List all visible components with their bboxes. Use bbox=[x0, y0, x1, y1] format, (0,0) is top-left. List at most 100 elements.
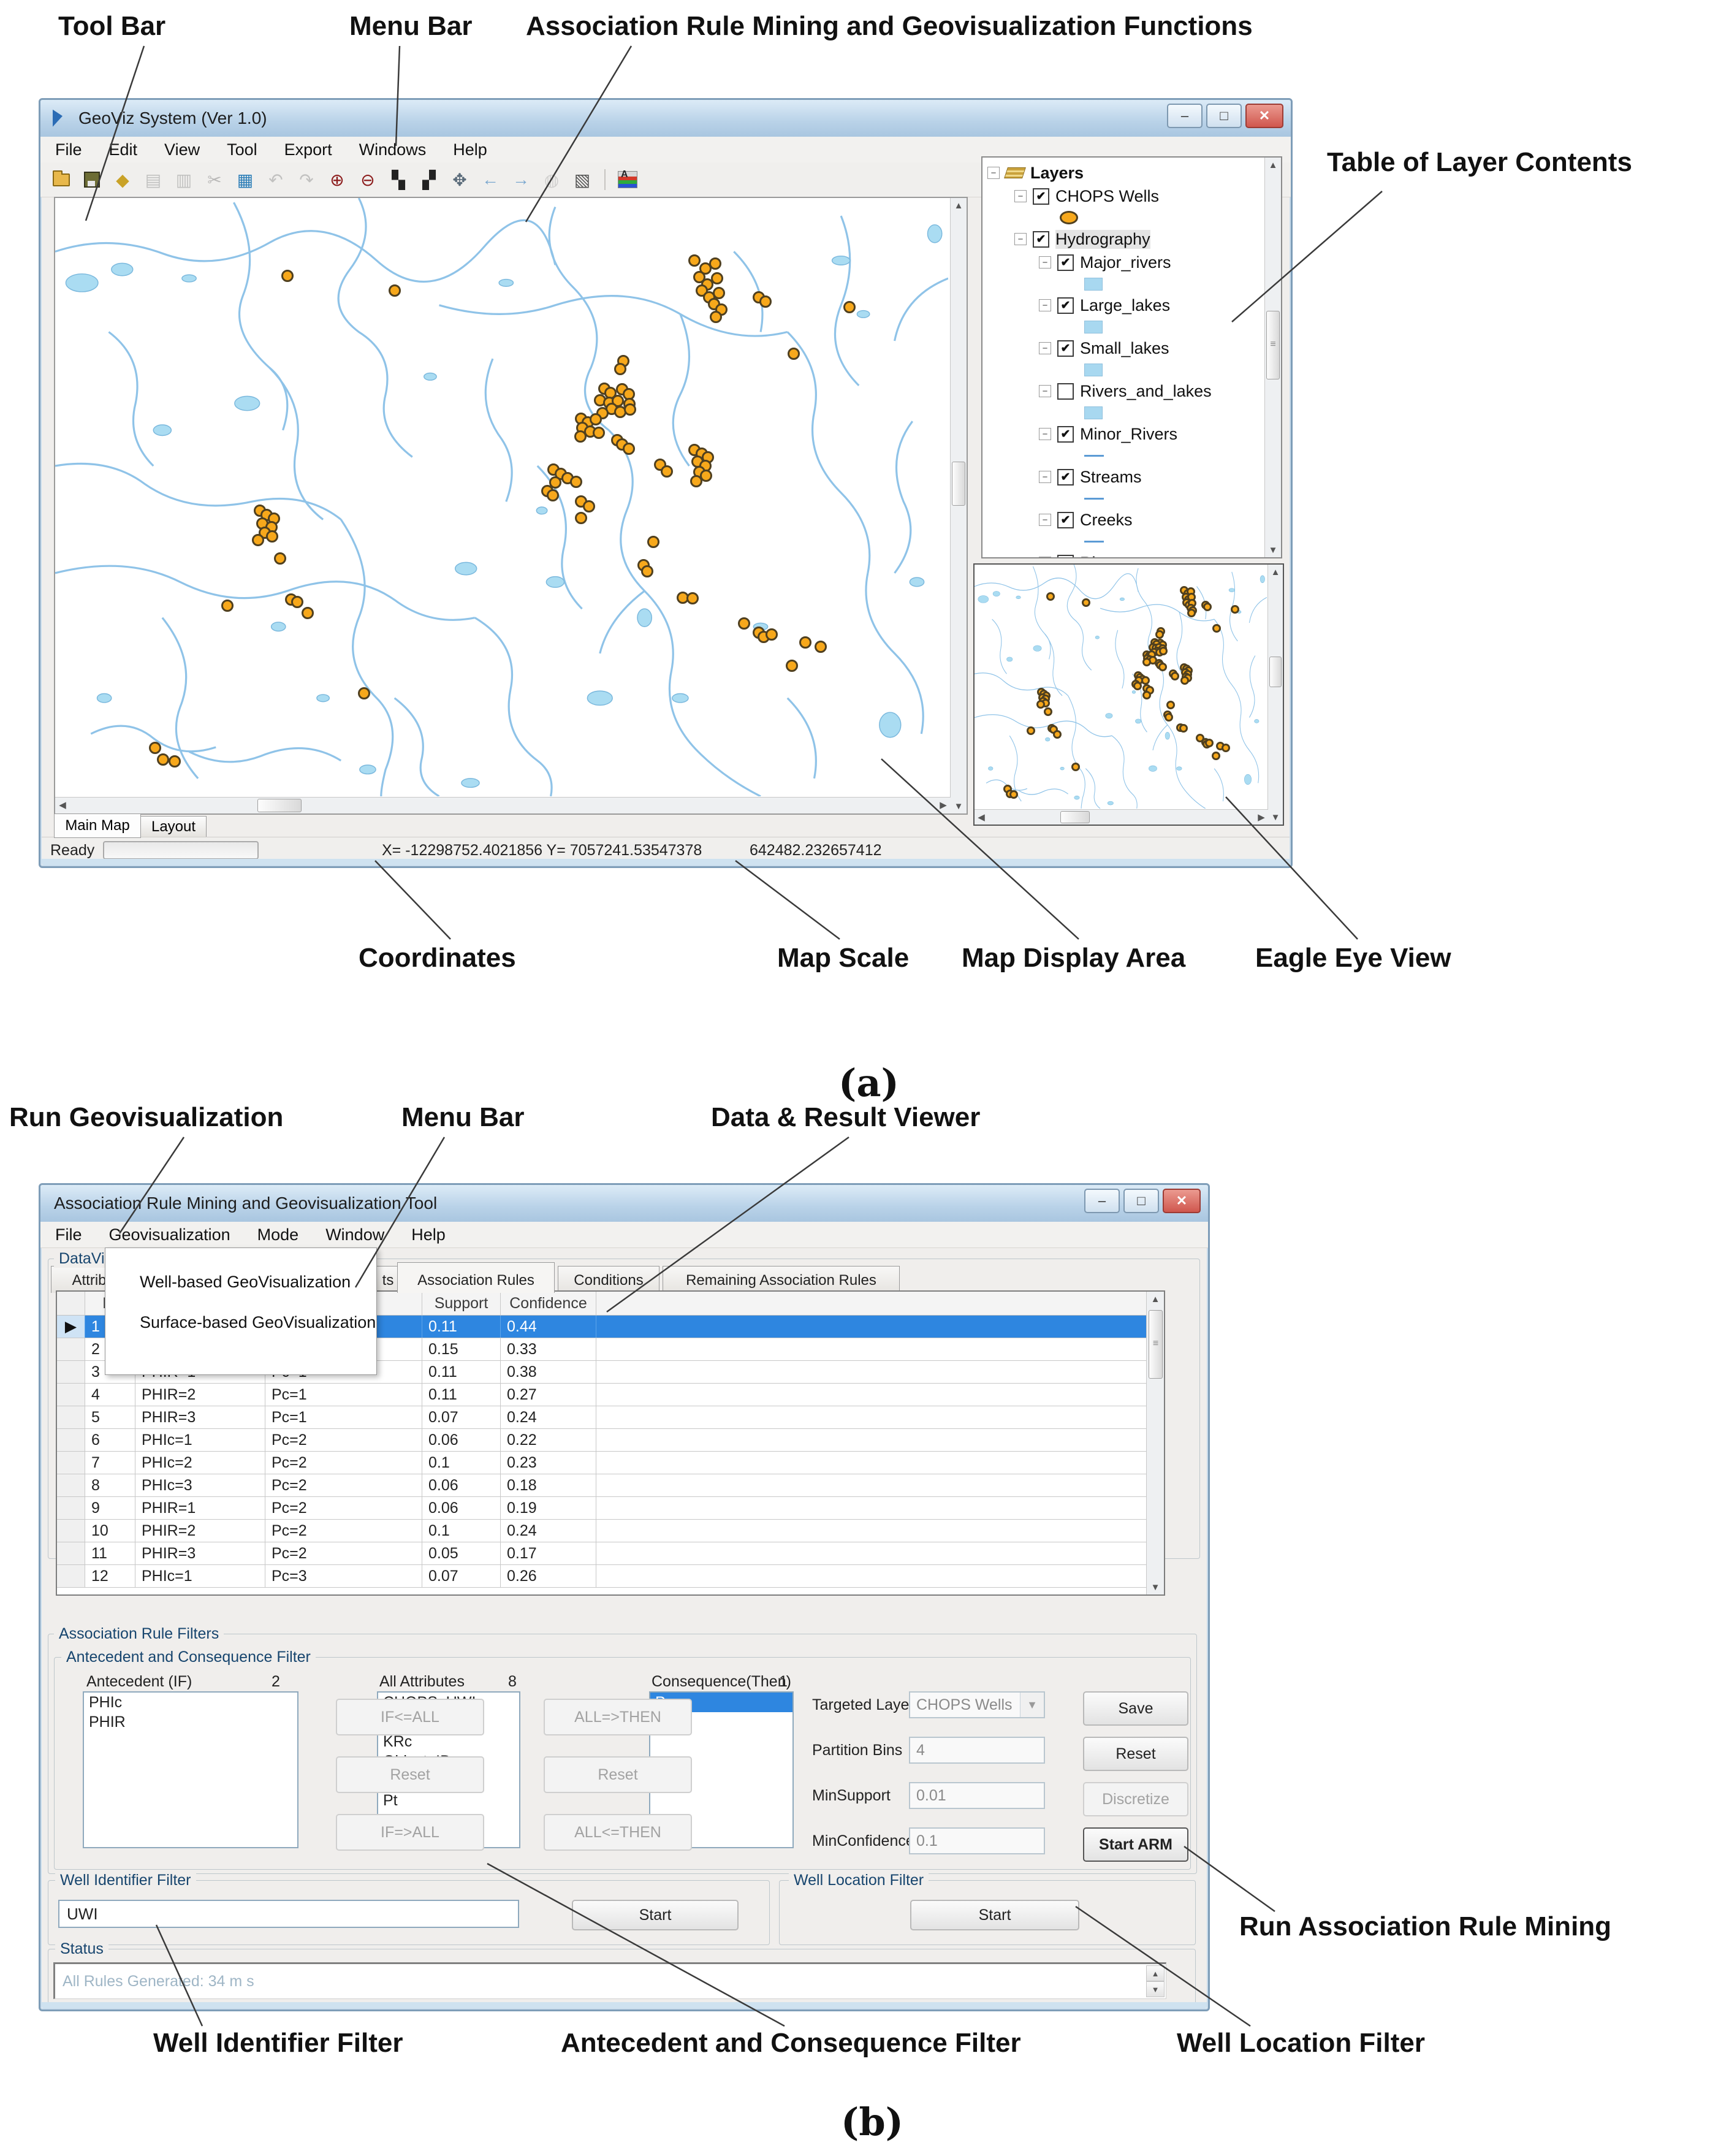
menu-item-export[interactable]: Export bbox=[284, 140, 332, 159]
row-selector[interactable] bbox=[57, 1429, 85, 1451]
maximize-button[interactable]: □ bbox=[1206, 104, 1242, 128]
table-row[interactable]: 11PHIR=3Pc=20.050.17 bbox=[57, 1542, 1147, 1565]
status-scroll-arrows[interactable]: ▲▼ bbox=[1146, 1965, 1165, 1997]
collapse-icon[interactable]: − bbox=[1039, 428, 1051, 440]
eagle-horizontal-scrollbar[interactable]: ◀ ▶ bbox=[975, 809, 1268, 825]
map-vertical-scrollbar[interactable]: ▲ ▼ bbox=[950, 198, 967, 813]
select-features-icon[interactable]: ▧ bbox=[570, 167, 595, 192]
zoom-in-icon[interactable]: ⊕ bbox=[325, 167, 349, 192]
start-arm-button[interactable]: Start ARM bbox=[1083, 1827, 1188, 1862]
param-minsupport-input[interactable]: 0.01 bbox=[909, 1782, 1045, 1809]
layer-item-streams[interactable]: −✔ Streams bbox=[987, 465, 1263, 489]
pan-icon[interactable]: ✥ bbox=[447, 167, 472, 192]
table-row[interactable]: 12PHIc=1Pc=30.070.26 bbox=[57, 1565, 1147, 1588]
open-project-icon[interactable] bbox=[49, 167, 74, 192]
table-row[interactable]: 10PHIR=2Pc=20.10.24 bbox=[57, 1520, 1147, 1542]
row-selector[interactable] bbox=[57, 1338, 85, 1360]
collapse-icon[interactable]: − bbox=[1039, 299, 1051, 311]
row-selector[interactable] bbox=[57, 1384, 85, 1406]
layer-checkbox[interactable]: ✔ bbox=[1057, 254, 1074, 271]
row-selector[interactable]: ▶ bbox=[57, 1316, 85, 1338]
back-icon[interactable]: ← bbox=[478, 167, 503, 192]
layer-item-small-lakes[interactable]: −✔Small_lakes bbox=[987, 337, 1263, 360]
scroll-right-icon[interactable]: ▶ bbox=[936, 798, 951, 812]
layer-checkbox[interactable]: ✔ bbox=[1057, 555, 1074, 558]
row-selector[interactable] bbox=[57, 1565, 85, 1587]
layer-label[interactable]: Streams bbox=[1080, 468, 1142, 487]
scrollbar-thumb[interactable] bbox=[952, 462, 965, 506]
well-identifier-input[interactable]: UWI bbox=[58, 1900, 519, 1928]
scroll-down-icon[interactable]: ▼ bbox=[1265, 543, 1281, 557]
forward-icon[interactable]: → bbox=[509, 167, 533, 192]
eagle-eye-view[interactable]: ▲ ▼ ◀ ▶ bbox=[973, 563, 1284, 826]
table-row[interactable]: 8PHIc=3Pc=20.060.18 bbox=[57, 1474, 1147, 1497]
table-row[interactable]: 4PHIR=2Pc=10.110.27 bbox=[57, 1384, 1147, 1406]
map-window-icon[interactable]: ▦ bbox=[233, 167, 257, 192]
menu-item-well-based-geovisualization[interactable]: Well-based GeoVisualization bbox=[105, 1262, 376, 1302]
layers-scrollbar[interactable]: ▲ ▼ bbox=[1264, 158, 1281, 557]
tab-remaining-association-rules[interactable]: Remaining Association Rules bbox=[663, 1266, 900, 1293]
layer-checkbox[interactable]: ✔ bbox=[1033, 188, 1049, 205]
param-partition-bins-input[interactable]: 4 bbox=[909, 1737, 1045, 1764]
antecedent-listbox[interactable]: PHIcPHIR bbox=[83, 1691, 298, 1848]
export-icon[interactable]: ◆ bbox=[110, 167, 135, 192]
layer-label[interactable]: CHOPS Wells bbox=[1055, 187, 1159, 206]
layer-checkbox[interactable]: ✔ bbox=[1057, 426, 1074, 443]
scroll-up-icon[interactable]: ▲ bbox=[1147, 1292, 1164, 1306]
fixed-zoom-out-icon[interactable]: ▞ bbox=[417, 167, 441, 192]
menu-item-tool[interactable]: Tool bbox=[227, 140, 257, 159]
layer-label[interactable]: Rivers_and_lakes bbox=[1080, 382, 1212, 401]
list-item-phir[interactable]: PHIR bbox=[84, 1712, 297, 1732]
tab-main-map[interactable]: Main Map bbox=[54, 813, 141, 838]
tab-conditions[interactable]: Conditions bbox=[558, 1266, 659, 1293]
menu-item-windows[interactable]: Windows bbox=[359, 140, 427, 159]
row-selector[interactable] bbox=[57, 1361, 85, 1383]
table-row[interactable]: 6PHIc=1Pc=20.060.22 bbox=[57, 1429, 1147, 1452]
scrollbar-thumb[interactable] bbox=[257, 799, 302, 812]
menu-item-help[interactable]: Help bbox=[411, 1225, 446, 1244]
layer-checkbox[interactable]: ✔ bbox=[1057, 469, 1074, 486]
scroll-up-icon[interactable]: ▲ bbox=[951, 198, 967, 213]
layer-label[interactable]: Large_lakes bbox=[1080, 296, 1170, 315]
layer-item-rivers-and-lakes[interactable]: − Rivers_and_lakes bbox=[987, 379, 1263, 403]
collapse-icon[interactable]: − bbox=[1039, 385, 1051, 397]
layers-root[interactable]: −Layers bbox=[987, 161, 1263, 185]
column-header-confidence[interactable]: Confidence bbox=[501, 1292, 596, 1315]
scroll-left-icon[interactable]: ◀ bbox=[975, 810, 988, 825]
menu-item-view[interactable]: View bbox=[164, 140, 200, 159]
table-row[interactable]: 9PHIR=1Pc=20.060.19 bbox=[57, 1497, 1147, 1520]
scroll-down-icon[interactable]: ▼ bbox=[1147, 1580, 1164, 1594]
row-selector[interactable] bbox=[57, 1406, 85, 1428]
layer-checkbox[interactable]: ✔ bbox=[1057, 512, 1074, 528]
menu-item-mode[interactable]: Mode bbox=[257, 1225, 299, 1244]
layer-checkbox[interactable]: ✔ bbox=[1057, 297, 1074, 314]
row-selector[interactable] bbox=[57, 1497, 85, 1519]
collapse-icon[interactable]: − bbox=[1014, 190, 1027, 202]
menu-item-file[interactable]: File bbox=[55, 1225, 82, 1244]
menu-item-window[interactable]: Window bbox=[325, 1225, 384, 1244]
layer-item-hydrography[interactable]: −✔Hydrography bbox=[987, 227, 1263, 251]
layer-item-large-lakes[interactable]: −✔ Large_lakes bbox=[987, 294, 1263, 317]
reset-button[interactable]: Reset bbox=[1083, 1737, 1188, 1771]
layer-label[interactable]: Creeks bbox=[1080, 511, 1133, 530]
scroll-down-icon[interactable]: ▼ bbox=[1268, 810, 1283, 825]
save-button[interactable]: Save bbox=[1083, 1691, 1188, 1726]
collapse-icon[interactable]: − bbox=[1039, 471, 1051, 483]
scroll-down-icon[interactable]: ▼ bbox=[951, 799, 967, 813]
layer-item-major-rivers[interactable]: −✔Major_rivers bbox=[987, 251, 1263, 274]
layer-item-chops-wells[interactable]: −✔ CHOPS Wells bbox=[987, 185, 1263, 208]
tab-layout[interactable]: Layout bbox=[140, 816, 207, 838]
scroll-up-icon[interactable]: ▲ bbox=[1268, 565, 1283, 579]
menu-item-file[interactable]: File bbox=[55, 140, 82, 159]
menu-item-help[interactable]: Help bbox=[453, 140, 487, 159]
scroll-up-icon[interactable]: ▲ bbox=[1265, 158, 1281, 172]
tab-association-rules[interactable]: Association Rules bbox=[397, 1262, 555, 1293]
zoom-out-icon[interactable]: ⊖ bbox=[355, 167, 380, 192]
collapse-icon[interactable]: − bbox=[1014, 233, 1027, 245]
collapse-icon[interactable]: − bbox=[1039, 342, 1051, 354]
save-icon[interactable] bbox=[80, 167, 104, 192]
menu-item-edit[interactable]: Edit bbox=[109, 140, 138, 159]
eagle-vertical-scrollbar[interactable]: ▲ ▼ bbox=[1267, 565, 1283, 825]
table-row[interactable]: 5PHIR=3Pc=10.070.24 bbox=[57, 1406, 1147, 1429]
map-display-area[interactable]: ▲ ▼ ◀ ▶ bbox=[54, 197, 968, 815]
